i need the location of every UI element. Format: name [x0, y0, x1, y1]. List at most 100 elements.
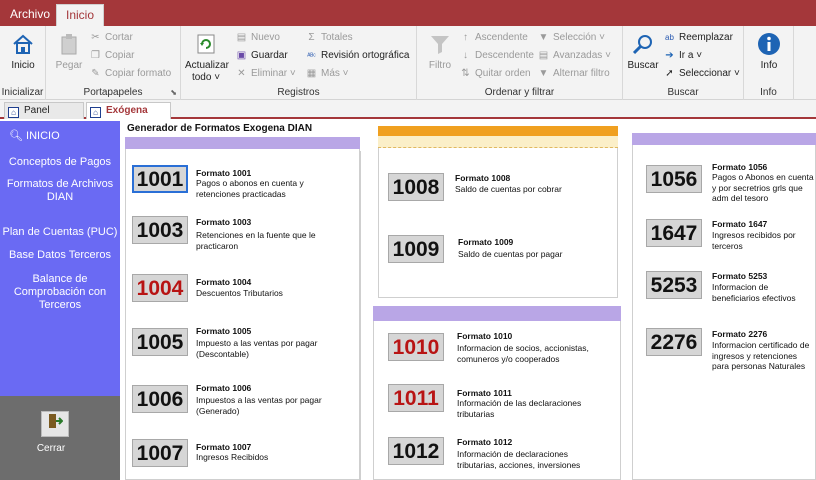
formato-button-1007[interactable]: 1007 [132, 439, 188, 467]
menu-inicio[interactable]: Inicio [56, 4, 105, 26]
copy-icon: ❐ [91, 50, 100, 61]
document-tabs: ⌂Panel Control ⌂Exógena DIAN [0, 100, 816, 132]
reemplazar-button[interactable]: ab Reemplazar [663, 31, 733, 45]
cerrar-label: Cerrar [36, 443, 66, 454]
sort-ascending-icon: ↑ [463, 32, 468, 43]
formato-button-2276[interactable]: 2276 [646, 328, 702, 356]
ortografia-button[interactable]: ᴬᴮᶜ Revisión ortográfica [305, 49, 409, 64]
formato-button-1647[interactable]: 1647 [646, 219, 702, 247]
sidebar: 🔍︎ INICIO Conceptos de Pagos Formatos de… [0, 121, 120, 396]
group-registros: Actualizar todo ˅ ▤ Nuevo ▣ Guardar ✕ Elimin… [181, 26, 417, 100]
panel-header-bar [632, 133, 816, 145]
clipboard-icon [56, 32, 82, 58]
inicio-button[interactable]: Inicio [6, 32, 40, 72]
panel-header-bar [373, 306, 621, 321]
formato-button-1011[interactable]: 1011 [388, 384, 444, 412]
avanzadas-button[interactable]: ▤ Avanzadas ˅ [537, 49, 611, 63]
cortar-button[interactable]: ✂ Cortar [89, 31, 133, 45]
more-icon: ▦ [306, 68, 317, 79]
actualizar-todo-button[interactable]: Actualizar todo ˅ [185, 32, 229, 84]
close-button[interactable] [41, 411, 69, 437]
sidebar-item-plan-cuentas[interactable]: Plan de Cuentas (PUC) [0, 226, 120, 239]
panel-header-bar [125, 137, 360, 149]
group-buscar: Buscar ab Reemplazar ➔ Ir a ˅ ➚ Seleccionar… [623, 26, 744, 100]
info-button[interactable]: Info [752, 32, 786, 72]
buscar-button[interactable]: Buscar [626, 32, 660, 72]
home-icon [10, 32, 36, 58]
sidebar-item-conceptos[interactable]: Conceptos de Pagos [0, 156, 120, 169]
delete-icon: ✕ [237, 68, 246, 79]
eliminar-button[interactable]: ✕ Eliminar ˅ [235, 67, 295, 81]
filter-icon [427, 32, 453, 58]
sigma-icon: Σ [308, 32, 315, 43]
formato-button-1012[interactable]: 1012 [388, 437, 444, 465]
filtro-button[interactable]: Filtro [423, 32, 457, 72]
totales-button[interactable]: Σ Totales [305, 31, 352, 45]
title-bar: Archivo Inicio [0, 0, 816, 26]
sidebar-item-terceros[interactable]: Base Datos Terceros [0, 249, 120, 262]
group-inicializar: Inicio Inicializar [0, 26, 46, 100]
group-info: Info Info [744, 26, 794, 100]
toggle-filter-icon: ▼ [538, 68, 549, 79]
quitar-orden-button[interactable]: ⇅ Quitar orden [459, 67, 530, 81]
seleccionar-button[interactable]: ➚ Seleccionar ˅ [663, 67, 740, 81]
refresh-icon [193, 32, 219, 58]
panel-header-bar [378, 126, 618, 136]
ribbon: Inicio Inicializar Pegar ✂ Cortar ❐ Copiar… [0, 26, 816, 100]
spelling-icon: ᴬᴮᶜ [307, 53, 316, 60]
sidebar-item-formatos[interactable]: Formatos de Archivos DIAN [0, 178, 120, 204]
group-ordenar-filtrar: Filtro ↑ Ascendente ↓ Descendente ⇅ Quitar … [417, 26, 623, 100]
formato-button-1003[interactable]: 1003 [132, 216, 188, 244]
sidebar-item-inicio[interactable]: 🔍︎ INICIO [9, 130, 109, 143]
exit-door-icon [47, 414, 64, 433]
selection-filter-icon: ▼ [538, 32, 549, 43]
advanced-filter-icon: ▤ [538, 50, 549, 61]
goto-arrow-icon: ➔ [665, 50, 674, 61]
page-title: Generador de Formatos Exogena DIAN [127, 123, 313, 134]
guardar-button[interactable]: ▣ Guardar [235, 49, 288, 63]
form-icon: ⌂ [90, 107, 101, 118]
copiar-button[interactable]: ❐ Copiar [89, 49, 134, 63]
tab-exogena-dian[interactable]: ⌂Exógena DIAN [86, 102, 171, 132]
seleccion-button[interactable]: ▼ Selección ˅ [537, 31, 605, 45]
tab-panel-control[interactable]: ⌂Panel Control [4, 102, 84, 132]
dialog-launcher-icon[interactable]: ⬊ [170, 88, 177, 97]
ascendente-button[interactable]: ↑ Ascendente [459, 31, 528, 45]
search-icon [630, 32, 656, 58]
formato-button-1001[interactable]: 1001 [132, 165, 188, 193]
scissors-icon: ✂ [91, 32, 100, 43]
save-icon: ▣ [236, 50, 247, 61]
mas-button[interactable]: ▦ Más ˅ [305, 67, 349, 81]
panel-middle-top [378, 126, 618, 298]
formato-button-1010[interactable]: 1010 [388, 333, 444, 361]
form-icon: ⌂ [8, 107, 19, 118]
alternar-filtro-button[interactable]: ▼ Alternar filtro [537, 67, 610, 81]
clear-sort-icon: ⇅ [461, 68, 470, 79]
descendente-button[interactable]: ↓ Descendente [459, 49, 534, 63]
new-record-icon: ▤ [236, 32, 247, 43]
main-content: Generador de Formatos Exogena DIAN 1001 … [120, 121, 816, 480]
cursor-icon: ➚ [665, 68, 674, 79]
divider [360, 151, 361, 480]
formato-button-1005[interactable]: 1005 [132, 328, 188, 356]
formato-button-1006[interactable]: 1006 [132, 385, 188, 413]
formato-button-1009[interactable]: 1009 [388, 235, 444, 263]
ir-a-button[interactable]: ➔ Ir a ˅ [663, 49, 702, 63]
format-painter-icon: ✎ [91, 68, 100, 79]
search-icon: 🔍︎ [9, 130, 23, 142]
panel-subheader [378, 136, 618, 148]
sidebar-item-balance[interactable]: Balance de Comprobación con Terceros [0, 273, 120, 312]
replace-icon: ab [665, 33, 674, 42]
formato-button-1056[interactable]: 1056 [646, 165, 702, 193]
formato-button-1004[interactable]: 1004 [132, 274, 188, 302]
sort-descending-icon: ↓ [463, 50, 468, 61]
copiar-formato-button[interactable]: ✎ Copiar formato [89, 67, 171, 81]
pegar-button[interactable]: Pegar [54, 32, 84, 72]
formato-button-1008[interactable]: 1008 [388, 173, 444, 201]
group-portapapeles: Pegar ✂ Cortar ❐ Copiar ✎ Copiar formato Po… [46, 26, 181, 100]
info-icon [756, 32, 782, 58]
nuevo-button[interactable]: ▤ Nuevo [235, 31, 280, 45]
menu-archivo[interactable]: Archivo [1, 4, 59, 26]
formato-button-5253[interactable]: 5253 [646, 271, 702, 299]
sidebar-footer: Cerrar [0, 396, 120, 480]
